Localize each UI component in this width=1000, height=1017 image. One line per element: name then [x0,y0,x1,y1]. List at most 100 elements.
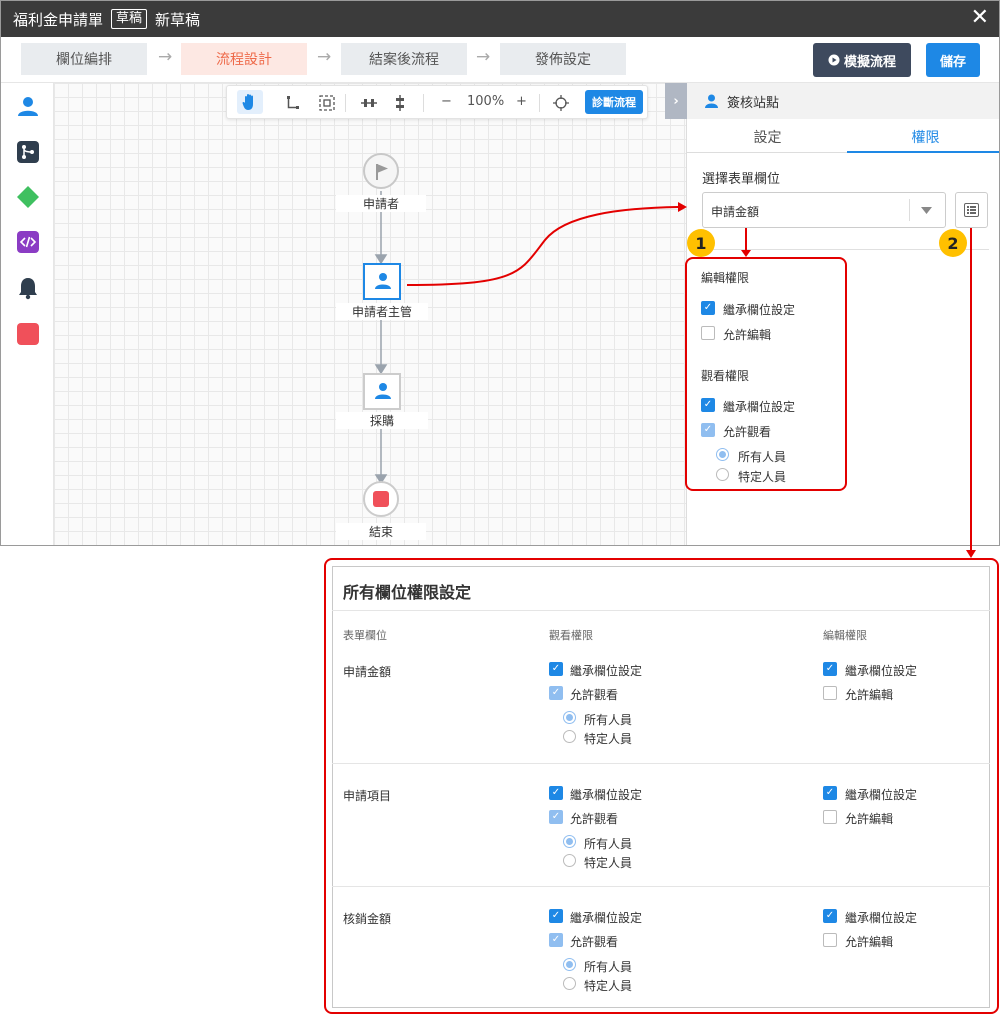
simulate-flow-label: 模擬流程 [843,54,896,70]
panel-tabs: 設定 權限 [687,119,999,153]
view-all-label: 所有人員 [584,713,633,727]
form-title: 福利金申請單 [13,10,104,29]
edit-allow-checkbox[interactable] [823,686,837,700]
approver-node-icon[interactable] [17,95,39,117]
dialog-title: 所有欄位權限設定 [343,583,472,602]
user-icon [705,94,718,108]
title-bar: 福利金申請單 草稿 新草稿 ✕ [1,1,999,37]
table-row: 核銷金額 ✓ 繼承欄位設定 ✓ 允許觀看 所有人員 特定人員 ✓ 繼承欄位設定 … [332,897,990,1007]
draft-name: 新草稿 [155,10,201,29]
notification-node-icon[interactable] [17,276,39,300]
simulate-flow-button[interactable]: 模擬流程 [813,43,911,77]
edit-allow-label: 允許編輯 [845,812,894,826]
flow-canvas[interactable]: − 100% + 診斷流程 申請者 申請者主管 採購 結束 [54,83,686,545]
view-allow-label: 允許觀看 [570,812,619,826]
callout-number-1: 1 [687,229,715,257]
view-specific-label: 特定人員 [584,979,633,993]
view-all-label: 所有人員 [584,960,633,974]
edit-allow-label: 允許編輯 [845,935,894,949]
view-allow-checkbox[interactable]: ✓ [549,686,563,700]
purchase-node[interactable] [363,373,401,410]
edit-inherit-checkbox[interactable]: ✓ [823,786,837,800]
view-allow-checkbox[interactable]: ✓ [549,933,563,947]
dialog-header-divider [332,610,990,611]
all-field-permissions-button[interactable] [955,192,988,228]
view-inherit-checkbox[interactable]: ✓ [549,786,563,800]
collapse-panel-icon[interactable]: › [665,83,687,119]
purchase-node-label: 採購 [336,412,428,429]
view-inherit-label: 繼承欄位設定 [570,911,643,925]
view-allow-label: 允許觀看 [570,688,619,702]
view-inherit-label: 繼承欄位設定 [570,664,643,678]
panel-header: 簽核站點 [687,83,999,119]
edit-inherit-checkbox[interactable]: ✓ [823,909,837,923]
row-field-name: 申請金額 [343,665,392,679]
save-button[interactable]: 儲存 [926,43,980,77]
view-all-radio[interactable] [563,958,576,971]
edit-allow-label: 允許編輯 [845,688,894,702]
view-specific-label: 特定人員 [584,732,633,746]
branch-node-icon[interactable] [17,141,39,163]
start-node-label: 申請者 [336,195,426,212]
simulate-icon [828,54,840,66]
manager-node-label: 申請者主管 [336,303,428,320]
active-tab-indicator [847,151,999,153]
manager-node[interactable] [363,263,401,300]
end-node[interactable] [363,481,399,517]
row-divider [332,886,990,887]
view-specific-radio[interactable] [563,977,576,990]
column-header-field: 表單欄位 [343,629,387,642]
callout-box-1 [685,257,847,491]
step-post-close-flow[interactable]: 結案後流程 [341,43,467,75]
field-select-label: 選擇表單欄位 [702,172,781,187]
row-divider [332,763,990,764]
row-field-name: 申請項目 [343,789,392,803]
callout-number-2: 2 [939,229,967,257]
draft-badge: 草稿 [111,9,148,29]
end-node-label: 結束 [336,523,426,540]
condition-node-icon[interactable] [17,186,39,208]
view-inherit-label: 繼承欄位設定 [570,788,643,802]
field-select[interactable]: 申請金額 [702,192,946,228]
node-palette [1,83,54,545]
view-all-radio[interactable] [563,835,576,848]
tab-settings[interactable]: 設定 [689,127,846,147]
view-allow-label: 允許觀看 [570,935,619,949]
field-select-value: 申請金額 [711,205,760,219]
select-divider [909,199,910,221]
column-header-view: 觀看權限 [549,629,593,642]
step-flow-design[interactable]: 流程設計 [181,43,307,75]
chevron-down-icon [921,207,932,214]
user-icon [375,273,391,289]
step-publish-settings[interactable]: 發佈設定 [500,43,626,75]
edit-inherit-checkbox[interactable]: ✓ [823,662,837,676]
step-field-layout[interactable]: 欄位編排 [21,43,147,75]
start-node[interactable] [363,153,399,189]
flag-icon [376,164,388,180]
table-row: 申請項目 ✓ 繼承欄位設定 ✓ 允許觀看 所有人員 特定人員 ✓ 繼承欄位設定 … [332,774,990,884]
panel-title: 簽核站點 [727,95,780,111]
close-icon[interactable]: ✕ [971,5,989,30]
column-header-edit: 編輯權限 [823,629,867,642]
user-icon [375,383,391,399]
view-all-radio[interactable] [563,711,576,724]
view-inherit-checkbox[interactable]: ✓ [549,662,563,676]
end-node-icon[interactable] [17,323,39,345]
view-allow-checkbox[interactable]: ✓ [549,810,563,824]
edit-allow-checkbox[interactable] [823,810,837,824]
list-icon [964,203,979,217]
view-specific-label: 特定人員 [584,856,633,870]
view-all-label: 所有人員 [584,837,633,851]
view-specific-radio[interactable] [563,730,576,743]
view-specific-radio[interactable] [563,854,576,867]
stop-icon [373,491,389,507]
view-inherit-checkbox[interactable]: ✓ [549,909,563,923]
edit-allow-checkbox[interactable] [823,933,837,947]
tab-permissions[interactable]: 權限 [847,127,999,147]
table-row: 申請金額 ✓ 繼承欄位設定 ✓ 允許觀看 所有人員 特定人員 ✓ 繼承欄位設定 … [332,650,990,760]
edit-inherit-label: 繼承欄位設定 [845,664,918,678]
edit-inherit-label: 繼承欄位設定 [845,788,918,802]
script-node-icon[interactable] [17,231,39,253]
step-arrow-icon: → [476,47,491,67]
step-arrow-icon: → [158,47,173,67]
